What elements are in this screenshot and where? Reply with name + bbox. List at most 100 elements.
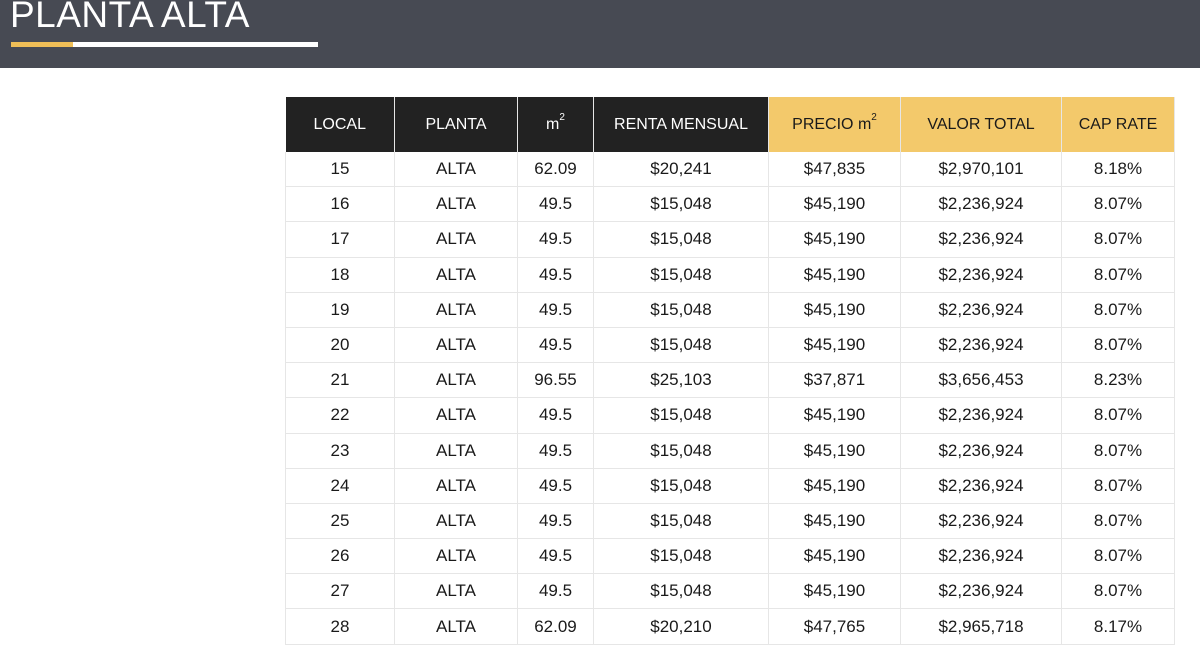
column-header-renta: RENTA MENSUAL [593, 97, 769, 152]
column-header-label: PLANTA [425, 115, 487, 133]
column-header-label: m [546, 115, 560, 133]
column-header-local: LOCAL [285, 97, 395, 152]
table-cell-cap: 8.07% [1061, 327, 1175, 364]
table-cell-m2: 49.5 [517, 221, 594, 258]
table-cell-planta: ALTA [394, 327, 518, 364]
table-cell-precio: $45,190 [768, 186, 901, 223]
table-cell-planta: ALTA [394, 573, 518, 610]
column-header-valor: VALOR TOTAL [900, 97, 1062, 152]
title-underline [73, 42, 318, 47]
table-cell-cap: 8.07% [1061, 292, 1175, 328]
table-cell-local: 19 [285, 292, 395, 328]
table-cell-m2: 49.5 [517, 257, 594, 293]
table-cell-planta: ALTA [394, 221, 518, 258]
page-title: PLANTA ALTA [10, 0, 250, 35]
table-cell-m2: 49.5 [517, 397, 594, 434]
header-row: LOCAL PLANTA m2 RENTA MENSUAL PRECIO m2 VALOR… [285, 97, 1175, 152]
table-cell-renta: $15,048 [593, 503, 769, 540]
table-cell-m2: 49.5 [517, 503, 594, 540]
table-cell-valor: $2,236,924 [900, 503, 1062, 540]
table-cell-valor: $3,656,453 [900, 362, 1062, 399]
table-cell-precio: $45,190 [768, 468, 901, 504]
title-banner: PLANTA ALTA [0, 0, 1200, 68]
column-header-cap: CAP RATE [1061, 97, 1175, 152]
units-table: LOCAL PLANTA m2 RENTA MENSUAL PRECIO m2 VALOR… [285, 97, 1175, 645]
table-cell-planta: ALTA [394, 257, 518, 293]
table-cell-cap: 8.07% [1061, 538, 1175, 575]
table-cell-renta: $15,048 [593, 327, 769, 364]
column-header-planta: PLANTA [394, 97, 518, 152]
table-cell-renta: $15,048 [593, 257, 769, 293]
table-row: 26 ALTA 49.5 $15,048 $45,190 $2,236,924 8.07% [285, 538, 1175, 575]
table-row: 28 ALTA 62.09 $20,210 $47,765 $2,965,718 8.17% [285, 608, 1175, 645]
table-body: 15 ALTA 62.09 $20,241 $47,835 $2,970,101 8.18%… [285, 152, 1175, 645]
column-header-superscript: 2 [559, 112, 565, 124]
table-cell-m2: 49.5 [517, 538, 594, 575]
column-header-precio: PRECIO m2 [768, 97, 901, 152]
table-cell-local: 20 [285, 327, 395, 364]
table-cell-planta: ALTA [394, 362, 518, 399]
table-cell-local: 15 [285, 152, 395, 188]
table-cell-valor: $2,236,924 [900, 257, 1062, 293]
table-cell-valor: $2,236,924 [900, 468, 1062, 504]
table-cell-m2: 49.5 [517, 468, 594, 504]
table-cell-precio: $47,835 [768, 152, 901, 188]
table-cell-valor: $2,236,924 [900, 573, 1062, 610]
table-cell-precio: $47,765 [768, 608, 901, 645]
table-row: 20 ALTA 49.5 $15,048 $45,190 $2,236,924 8.07% [285, 327, 1175, 364]
table-cell-m2: 49.5 [517, 573, 594, 610]
table-row: 25 ALTA 49.5 $15,048 $45,190 $2,236,924 8.07% [285, 503, 1175, 540]
table-cell-m2: 62.09 [517, 152, 594, 188]
table-cell-renta: $15,048 [593, 292, 769, 328]
table-row: 22 ALTA 49.5 $15,048 $45,190 $2,236,924 8.07% [285, 397, 1175, 434]
table-cell-local: 24 [285, 468, 395, 504]
table-cell-cap: 8.07% [1061, 257, 1175, 293]
table-cell-renta: $15,048 [593, 573, 769, 610]
table-cell-m2: 49.5 [517, 292, 594, 328]
table-cell-cap: 8.23% [1061, 362, 1175, 399]
table-cell-planta: ALTA [394, 608, 518, 645]
table-cell-local: 16 [285, 186, 395, 223]
table-cell-precio: $45,190 [768, 327, 901, 364]
table-cell-cap: 8.07% [1061, 503, 1175, 540]
table-cell-cap: 8.07% [1061, 221, 1175, 258]
table-cell-precio: $45,190 [768, 433, 901, 469]
table-cell-renta: $15,048 [593, 221, 769, 258]
table-cell-local: 22 [285, 397, 395, 434]
table-cell-m2: 62.09 [517, 608, 594, 645]
table-cell-planta: ALTA [394, 186, 518, 223]
table-cell-m2: 96.55 [517, 362, 594, 399]
table-row: 21 ALTA 96.55 $25,103 $37,871 $3,656,453 8.23% [285, 362, 1175, 399]
table-cell-precio: $45,190 [768, 573, 901, 610]
table-cell-cap: 8.07% [1061, 397, 1175, 434]
table-cell-planta: ALTA [394, 397, 518, 434]
column-header-label: CAP RATE [1078, 115, 1158, 133]
table-cell-renta: $20,210 [593, 608, 769, 645]
table-cell-valor: $2,236,924 [900, 397, 1062, 434]
table-cell-cap: 8.07% [1061, 468, 1175, 504]
table-cell-local: 26 [285, 538, 395, 575]
table-cell-m2: 49.5 [517, 186, 594, 223]
title-underline-accent [11, 42, 73, 47]
column-header-label: PRECIO m [792, 115, 872, 133]
table-cell-renta: $15,048 [593, 186, 769, 223]
table-cell-planta: ALTA [394, 152, 518, 188]
table-cell-renta: $25,103 [593, 362, 769, 399]
table-cell-valor: $2,236,924 [900, 538, 1062, 575]
table-row: 16 ALTA 49.5 $15,048 $45,190 $2,236,924 8.07% [285, 186, 1175, 223]
table-row: 19 ALTA 49.5 $15,048 $45,190 $2,236,924 8.07% [285, 292, 1175, 328]
table-row: 24 ALTA 49.5 $15,048 $45,190 $2,236,924 8.07% [285, 468, 1175, 504]
table-row: 18 ALTA 49.5 $15,048 $45,190 $2,236,924 8.07% [285, 257, 1175, 293]
table-row: 27 ALTA 49.5 $15,048 $45,190 $2,236,924 8.07% [285, 573, 1175, 610]
table-cell-planta: ALTA [394, 468, 518, 504]
table-cell-valor: $2,236,924 [900, 292, 1062, 328]
table-cell-planta: ALTA [394, 292, 518, 328]
table-cell-renta: $20,241 [593, 152, 769, 188]
table-cell-valor: $2,236,924 [900, 433, 1062, 469]
table-cell-planta: ALTA [394, 538, 518, 575]
table-cell-precio: $45,190 [768, 397, 901, 434]
table-cell-cap: 8.07% [1061, 186, 1175, 223]
table-cell-precio: $45,190 [768, 221, 901, 258]
table-cell-m2: 49.5 [517, 433, 594, 469]
table-cell-local: 28 [285, 608, 395, 645]
